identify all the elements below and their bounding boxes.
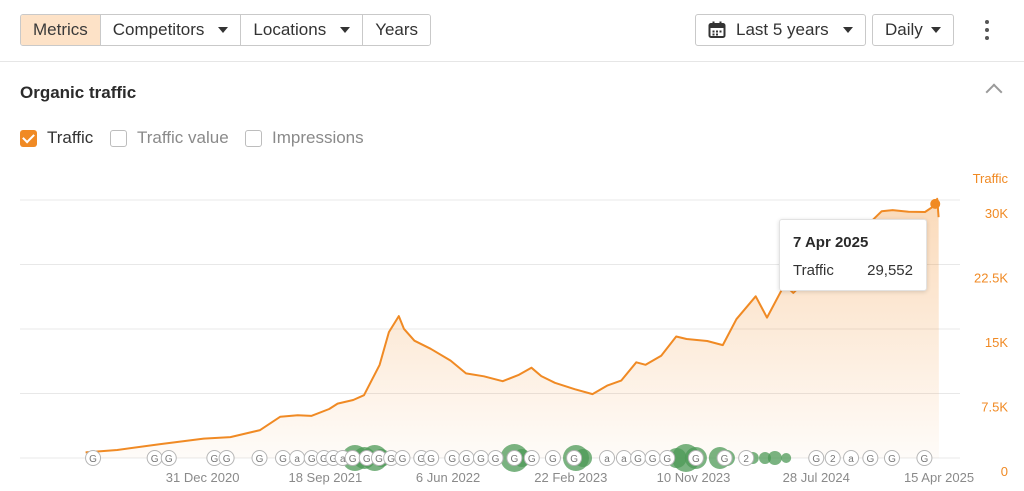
date-range-label: Last 5 years <box>736 20 829 39</box>
x-tick-label: 28 Jul 2024 <box>783 470 850 485</box>
date-range-dropdown[interactable]: Last 5 years <box>695 14 866 46</box>
annotation-label: G <box>256 454 264 465</box>
annotation-label: G <box>387 454 395 465</box>
checkbox-unchecked-icon[interactable] <box>110 129 127 147</box>
traffic-chart[interactable]: 07.5K15K22.5K30KTrafficG G G G G G Ga G G Ga G G G G G… <box>0 160 1024 491</box>
tooltip-value: 29,552 <box>867 262 913 279</box>
annotation-label: G <box>812 454 820 465</box>
annotation-label: G <box>151 454 159 465</box>
metric-toggle-traffic-value[interactable]: Traffic value <box>110 128 229 148</box>
annotation-label: a <box>294 454 300 465</box>
annotation-label: G <box>223 454 231 465</box>
annotation-label: G <box>363 454 371 465</box>
tab-years[interactable]: Years <box>363 15 431 45</box>
annotation-label: a <box>848 454 854 465</box>
annotation-label: G <box>463 454 471 465</box>
metric-label: Traffic value <box>137 128 229 147</box>
tab-competitors[interactable]: Competitors <box>100 15 242 45</box>
view-tabs: Metrics Competitors Locations Years <box>20 14 432 46</box>
annotation-label: G <box>663 454 671 465</box>
annotation-label: G <box>89 454 97 465</box>
annotation-label: G <box>634 454 642 465</box>
annotation-label: G <box>477 454 485 465</box>
tab-locations[interactable]: Locations <box>241 15 364 45</box>
x-tick-label: 31 Dec 2020 <box>166 470 240 485</box>
y-tick-label: 7.5K <box>981 400 1008 415</box>
metric-label: Traffic <box>47 128 94 147</box>
tab-locations-label: Locations <box>253 20 327 39</box>
checkbox-unchecked-icon[interactable] <box>245 129 262 147</box>
annotation-label: G <box>649 454 657 465</box>
y-tick-label: 22.5K <box>974 271 1008 286</box>
annotation-label: G <box>549 454 557 465</box>
metric-label: Impressions <box>272 128 364 147</box>
chevron-down-icon <box>340 27 351 33</box>
section-title: Organic traffic <box>20 83 137 102</box>
annotation-label: a <box>604 454 610 465</box>
tab-metrics[interactable]: Metrics <box>21 15 101 45</box>
checkbox-checked-icon[interactable] <box>20 129 37 147</box>
annotation-label: G <box>375 454 383 465</box>
interval-label: Daily <box>885 20 923 39</box>
y-tick-label: 15K <box>985 335 1008 350</box>
annotation-label: G <box>570 454 578 465</box>
metric-toggle-traffic[interactable]: Traffic <box>20 128 93 148</box>
tab-competitors-label: Competitors <box>112 20 205 39</box>
toolbar: Metrics Competitors Locations Years Last… <box>0 0 1024 62</box>
chevron-down-icon <box>930 27 941 33</box>
annotation-label: G <box>510 454 518 465</box>
interval-dropdown[interactable]: Daily <box>872 14 954 46</box>
annotation-label: 2 <box>830 454 836 465</box>
annotation-label: G <box>399 454 407 465</box>
x-tick-label: 22 Feb 2023 <box>534 470 607 485</box>
annotation-label: G <box>349 454 357 465</box>
chevron-up-icon[interactable] <box>985 83 1003 101</box>
chevron-down-icon <box>842 27 853 33</box>
x-tick-label: 10 Nov 2023 <box>657 470 731 485</box>
annotation-label: G <box>448 454 456 465</box>
x-tick-label: 15 Apr 2025 <box>904 470 974 485</box>
annotation-label: G <box>528 454 536 465</box>
metric-toggle-impressions[interactable]: Impressions <box>245 128 364 148</box>
more-vertical-icon[interactable] <box>977 18 997 42</box>
chart-tooltip: 7 Apr 2025 Traffic 29,552 <box>779 219 927 291</box>
x-tick-label: 18 Sep 2021 <box>288 470 362 485</box>
x-tick-label: 6 Jun 2022 <box>416 470 480 485</box>
chevron-down-icon <box>218 27 229 33</box>
y-tick-label: 30K <box>985 206 1008 221</box>
tab-years-label: Years <box>375 20 419 39</box>
annotation-label: G <box>165 454 173 465</box>
annotation-label: a <box>621 454 627 465</box>
y-tick-label: 0 <box>1001 464 1008 479</box>
tooltip-date: 7 Apr 2025 <box>793 234 869 251</box>
annotation-label: G <box>279 454 287 465</box>
annotation-label: 2 <box>743 454 749 465</box>
y-axis-label: Traffic <box>973 171 1009 186</box>
annotation-label: G <box>427 454 435 465</box>
annotation-label: G <box>692 454 700 465</box>
event-marker <box>767 451 782 465</box>
annotation-label: G <box>492 454 500 465</box>
annotation-label: G <box>210 454 218 465</box>
annotation-label: G <box>721 454 729 465</box>
annotation-label: G <box>921 454 929 465</box>
event-marker <box>781 453 792 463</box>
annotation-label: G <box>866 454 874 465</box>
calendar-icon <box>708 21 726 38</box>
data-point-traffic <box>930 198 941 209</box>
tab-metrics-label: Metrics <box>33 20 88 39</box>
tooltip-series-name: Traffic <box>793 262 834 279</box>
annotation-label: G <box>308 454 316 465</box>
annotation-label: G <box>888 454 896 465</box>
